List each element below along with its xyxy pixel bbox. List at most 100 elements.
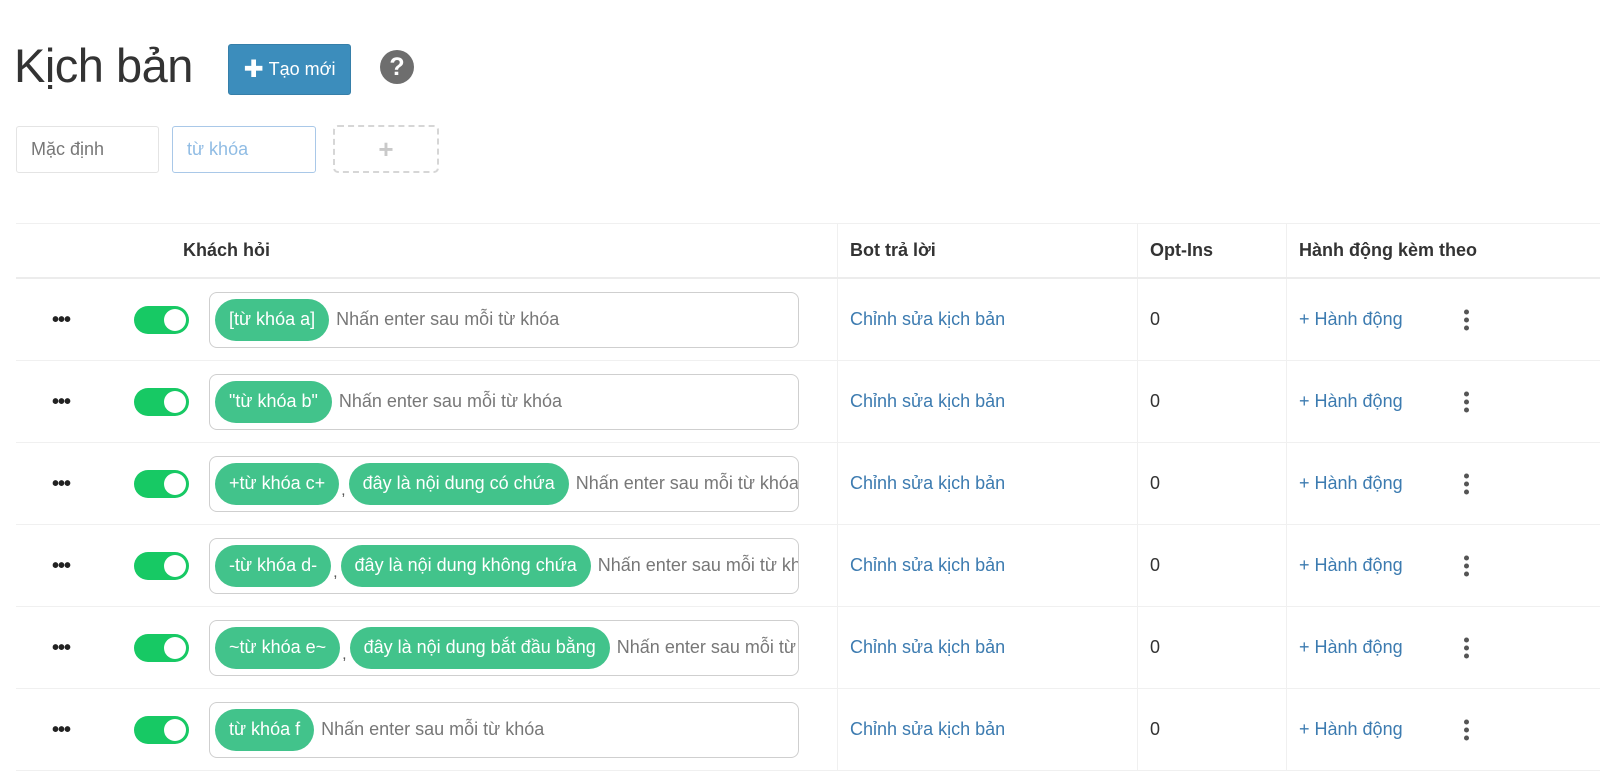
more-horizontal-icon[interactable]: •••: [52, 638, 71, 658]
actions-cell: + Hành động: [1287, 443, 1600, 524]
more-horizontal-icon[interactable]: •••: [52, 720, 71, 740]
enable-toggle[interactable]: [134, 387, 189, 416]
add-action-link[interactable]: + Hành động: [1299, 719, 1403, 740]
more-vertical-icon[interactable]: [1464, 309, 1470, 330]
question-cell: ••• từ khóa f Nhấn enter sau mỗi từ khóa: [16, 689, 838, 770]
enable-toggle[interactable]: [134, 633, 189, 662]
keyword-tag[interactable]: "từ khóa b": [215, 380, 332, 423]
table-row: ••• "từ khóa b" Nhấn enter sau mỗi từ khóa…: [16, 361, 1600, 443]
keyword-input-placeholder[interactable]: Nhấn enter sau mỗi từ khóa: [321, 719, 544, 740]
scenario-table: Khách hỏi Bot trả lời Opt-Ins Hành động …: [16, 223, 1600, 771]
bot-reply-cell: Chỉnh sửa kịch bản: [838, 689, 1138, 770]
opt-ins-cell: 0: [1138, 361, 1287, 442]
filter-default[interactable]: Mặc định: [16, 126, 159, 173]
bot-reply-cell: Chỉnh sửa kịch bản: [838, 443, 1138, 524]
more-horizontal-icon[interactable]: •••: [52, 392, 71, 412]
plus-icon: ✚: [243, 55, 264, 83]
enable-toggle[interactable]: [134, 305, 189, 334]
tag-separator: ,: [342, 645, 347, 663]
edit-scenario-link[interactable]: Chỉnh sửa kịch bản: [850, 555, 1005, 576]
add-filter-button[interactable]: +: [333, 125, 439, 173]
keyword-tag[interactable]: +từ khóa c+: [215, 462, 340, 505]
more-vertical-icon[interactable]: [1464, 391, 1470, 412]
question-cell: ••• ~từ khóa e~, đây là nội dung bắt đầu b…: [16, 607, 838, 688]
table-row: ••• từ khóa f Nhấn enter sau mỗi từ khóa Ch…: [16, 689, 1600, 771]
keyword-input-placeholder[interactable]: Nhấn enter sau mỗi từ khóa: [339, 391, 562, 412]
table-body: ••• [từ khóa a] Nhấn enter sau mỗi từ khóa…: [16, 279, 1600, 771]
plus-icon: +: [378, 133, 394, 164]
table-header: Khách hỏi Bot trả lời Opt-Ins Hành động …: [16, 224, 1600, 279]
keyword-tag-input[interactable]: ~từ khóa e~, đây là nội dung bắt đầu bằng…: [209, 619, 799, 676]
tag-separator: ,: [341, 481, 346, 499]
edit-scenario-link[interactable]: Chỉnh sửa kịch bản: [850, 309, 1005, 330]
edit-scenario-link[interactable]: Chỉnh sửa kịch bản: [850, 391, 1005, 412]
table-row: ••• [từ khóa a] Nhấn enter sau mỗi từ khóa…: [16, 279, 1600, 361]
actions-cell: + Hành động: [1287, 279, 1600, 360]
opt-ins-cell: 0: [1138, 279, 1287, 360]
keyword-tag-input[interactable]: từ khóa f Nhấn enter sau mỗi từ khóa: [209, 701, 799, 758]
keyword-tag-input[interactable]: -từ khóa d-, đây là nội dung không chứa Nh…: [209, 537, 799, 594]
more-horizontal-icon[interactable]: •••: [52, 310, 71, 330]
add-action-link[interactable]: + Hành động: [1299, 309, 1403, 330]
actions-cell: + Hành động: [1287, 689, 1600, 770]
header-question: Khách hỏi: [16, 224, 838, 277]
keyword-input-placeholder[interactable]: Nhấn enter sau mỗi từ khóa: [336, 309, 559, 330]
edit-scenario-link[interactable]: Chỉnh sửa kịch bản: [850, 637, 1005, 658]
more-vertical-icon[interactable]: [1464, 473, 1470, 494]
tag-separator: ,: [333, 563, 338, 581]
add-action-link[interactable]: + Hành động: [1299, 473, 1403, 494]
question-cell: ••• "từ khóa b" Nhấn enter sau mỗi từ khóa: [16, 361, 838, 442]
keyword-input-placeholder[interactable]: Nhấn enter sau mỗi từ khóa: [576, 473, 798, 494]
filter-keyword[interactable]: từ khóa: [172, 126, 316, 173]
header-bot-reply: Bot trả lời: [838, 224, 1138, 277]
actions-cell: + Hành động: [1287, 525, 1600, 606]
table-row: ••• ~từ khóa e~, đây là nội dung bắt đầu b…: [16, 607, 1600, 689]
keyword-tag-input[interactable]: [từ khóa a] Nhấn enter sau mỗi từ khóa: [209, 291, 799, 348]
table-row: ••• -từ khóa d-, đây là nội dung không chứ…: [16, 525, 1600, 607]
keyword-tag[interactable]: đây là nội dung không chứa: [340, 544, 591, 587]
actions-cell: + Hành động: [1287, 361, 1600, 442]
header-actions: Hành động kèm theo: [1299, 240, 1478, 260]
keyword-tag[interactable]: từ khóa f: [215, 708, 315, 751]
opt-ins-cell: 0: [1138, 525, 1287, 606]
more-vertical-icon[interactable]: [1464, 719, 1470, 740]
keyword-tag-input[interactable]: "từ khóa b" Nhấn enter sau mỗi từ khóa: [209, 373, 799, 430]
enable-toggle[interactable]: [134, 469, 189, 498]
create-new-button[interactable]: ✚ Tạo mới: [228, 44, 351, 95]
filter-default-label: Mặc định: [31, 139, 105, 159]
header-opt-ins: Opt-Ins: [1138, 224, 1287, 277]
opt-ins-cell: 0: [1138, 689, 1287, 770]
enable-toggle[interactable]: [134, 715, 189, 744]
question-cell: ••• -từ khóa d-, đây là nội dung không chứ…: [16, 525, 838, 606]
keyword-tag[interactable]: đây là nội dung bắt đầu bằng: [349, 626, 610, 669]
edit-scenario-link[interactable]: Chỉnh sửa kịch bản: [850, 473, 1005, 494]
keyword-input-placeholder[interactable]: Nhấn enter sau mỗi từ khóa: [617, 637, 798, 658]
keyword-tag[interactable]: ~từ khóa e~: [215, 626, 341, 669]
keyword-tag[interactable]: -từ khóa d-: [215, 544, 332, 587]
table-row: ••• +từ khóa c+, đây là nội dung có chứa Nh…: [16, 443, 1600, 525]
opt-ins-cell: 0: [1138, 607, 1287, 688]
more-horizontal-icon[interactable]: •••: [52, 474, 71, 494]
page-title: Kịch bản: [14, 39, 193, 92]
keyword-input-placeholder[interactable]: Nhấn enter sau mỗi từ khóa: [598, 555, 798, 576]
more-vertical-icon[interactable]: [1464, 555, 1470, 576]
more-horizontal-icon[interactable]: •••: [52, 556, 71, 576]
more-vertical-icon[interactable]: [1464, 637, 1470, 658]
actions-cell: + Hành động: [1287, 607, 1600, 688]
bot-reply-cell: Chỉnh sửa kịch bản: [838, 361, 1138, 442]
question-cell: ••• +từ khóa c+, đây là nội dung có chứa Nh…: [16, 443, 838, 524]
add-action-link[interactable]: + Hành động: [1299, 637, 1403, 658]
keyword-tag[interactable]: [từ khóa a]: [215, 298, 330, 341]
add-action-link[interactable]: + Hành động: [1299, 555, 1403, 576]
keyword-tag[interactable]: đây là nội dung có chứa: [348, 462, 569, 505]
filter-keyword-label: từ khóa: [187, 139, 249, 159]
edit-scenario-link[interactable]: Chỉnh sửa kịch bản: [850, 719, 1005, 740]
enable-toggle[interactable]: [134, 551, 189, 580]
create-new-label: Tạo mới: [268, 59, 336, 79]
question-circle-icon[interactable]: ?: [380, 50, 414, 84]
bot-reply-cell: Chỉnh sửa kịch bản: [838, 279, 1138, 360]
add-action-link[interactable]: + Hành động: [1299, 391, 1403, 412]
keyword-tag-input[interactable]: +từ khóa c+, đây là nội dung có chứa Nhấn …: [209, 455, 799, 512]
question-cell: ••• [từ khóa a] Nhấn enter sau mỗi từ khóa: [16, 279, 838, 360]
bot-reply-cell: Chỉnh sửa kịch bản: [838, 607, 1138, 688]
